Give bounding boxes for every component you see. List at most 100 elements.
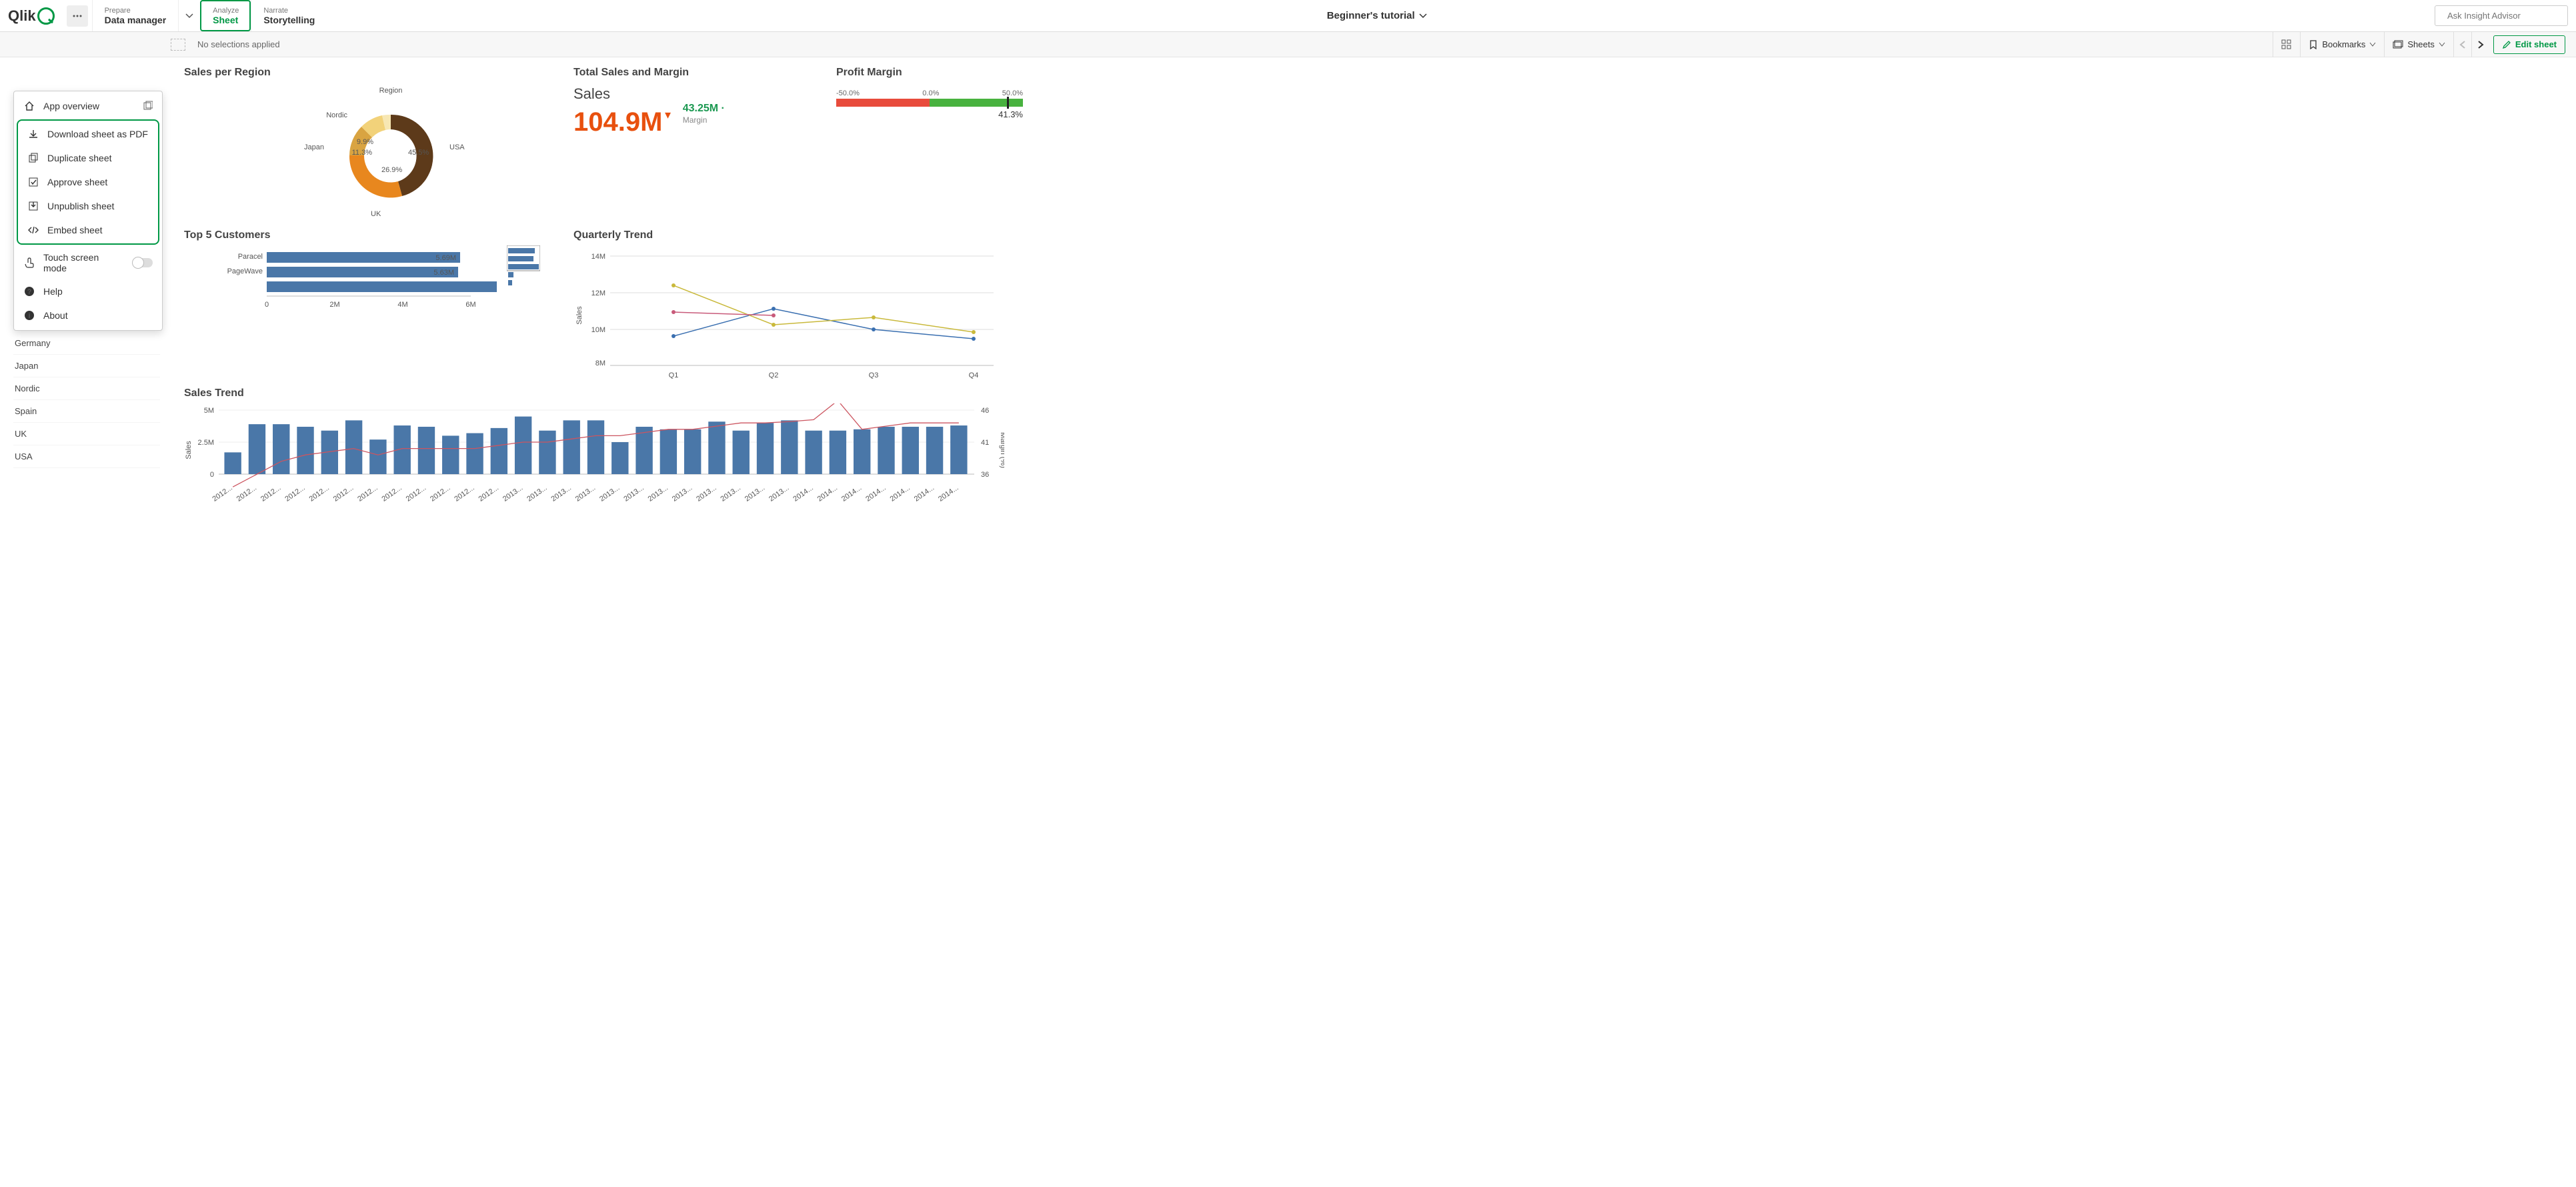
chart-title: Profit Margin xyxy=(836,67,1023,79)
menu-help[interactable]: ? Help xyxy=(14,279,162,303)
chevron-down-icon xyxy=(2439,41,2445,48)
region-option[interactable]: USA xyxy=(13,445,160,468)
assets-grid-button[interactable] xyxy=(2273,32,2300,57)
insight-search-input[interactable] xyxy=(2447,11,2565,21)
menu-highlighted-group: Download sheet as PDF Duplicate sheet Ap… xyxy=(17,119,159,245)
sales-trend-chart[interactable]: Sales Trend Sales Margin (%) 5M 2.5M 0 4… xyxy=(184,387,1023,512)
bookmarks-label: Bookmarks xyxy=(2322,39,2365,49)
top5-minimap[interactable] xyxy=(507,245,540,292)
region-option[interactable]: Nordic xyxy=(13,377,160,400)
svg-text:41: 41 xyxy=(981,439,989,447)
region-option[interactable]: Japan xyxy=(13,355,160,377)
svg-text:Q3: Q3 xyxy=(869,371,879,379)
top5-customers-chart[interactable]: Top 5 Customers Paracel 5.69M PageWave 5… xyxy=(184,229,557,381)
svg-text:2012...: 2012... xyxy=(477,484,500,503)
selection-tool-icon[interactable] xyxy=(171,39,185,51)
chevron-right-icon xyxy=(2477,41,2484,49)
bookmark-icon xyxy=(2309,40,2318,49)
chart-title: Sales Trend xyxy=(184,387,1023,399)
total-sales-kpi[interactable]: Total Sales and Margin Sales 104.9M ▾ 43… xyxy=(573,67,820,223)
menu-item-label: Touch screen mode xyxy=(43,252,125,273)
svg-text:2012...: 2012... xyxy=(283,484,306,503)
touch-toggle[interactable] xyxy=(133,258,153,267)
svg-text:USA: USA xyxy=(449,143,465,151)
open-new-tab-icon[interactable] xyxy=(143,101,153,112)
logo-text: Qlik xyxy=(8,7,36,25)
menu-item-label: Help xyxy=(43,286,63,297)
code-icon xyxy=(27,224,39,236)
menu-unpublish[interactable]: Unpublish sheet xyxy=(18,194,158,218)
nav-narrate[interactable]: Narrate Storytelling xyxy=(251,0,327,31)
edit-sheet-button[interactable]: Edit sheet xyxy=(2493,35,2565,54)
menu-app-overview[interactable]: App overview xyxy=(14,94,162,118)
logo-mark-icon xyxy=(37,7,55,25)
app-title[interactable]: Beginner's tutorial xyxy=(327,0,2427,31)
global-menu-button[interactable] xyxy=(67,5,88,27)
chevron-down-icon xyxy=(2369,41,2376,48)
svg-text:2.5M: 2.5M xyxy=(198,439,214,447)
sales-per-region-chart[interactable]: Sales per Region Region 45.5% 26.9% 11.3… xyxy=(184,67,557,223)
svg-text:2012...: 2012... xyxy=(235,484,258,503)
svg-text:2014...: 2014... xyxy=(816,484,839,503)
svg-text:2012...: 2012... xyxy=(405,484,427,503)
region-option[interactable]: UK xyxy=(13,423,160,445)
chevron-down-icon xyxy=(185,12,193,20)
trend-svg: Sales Margin (%) 5M 2.5M 0 46 41 36 2012… xyxy=(184,403,1004,510)
svg-text:2013...: 2013... xyxy=(720,484,742,503)
edit-sheet-label: Edit sheet xyxy=(2515,39,2557,49)
svg-text:2014...: 2014... xyxy=(937,484,960,503)
nav-analyze-main: Sheet xyxy=(213,15,239,25)
quarterly-trend-chart[interactable]: Quarterly Trend Sales 14M 12M 10M 8M Q1 … xyxy=(573,229,1023,381)
kpi-margin-value: 43.25M · xyxy=(683,103,725,114)
svg-text:PageWave: PageWave xyxy=(227,267,263,275)
menu-embed[interactable]: Embed sheet xyxy=(18,218,158,242)
svg-text:2013...: 2013... xyxy=(525,484,548,503)
svg-text:4M: 4M xyxy=(397,301,407,309)
insight-search[interactable] xyxy=(2435,5,2568,26)
svg-text:2012...: 2012... xyxy=(356,484,379,503)
app-title-text: Beginner's tutorial xyxy=(1327,10,1415,21)
svg-text:2013...: 2013... xyxy=(768,484,790,503)
menu-duplicate[interactable]: Duplicate sheet xyxy=(18,146,158,170)
region-option[interactable]: Spain xyxy=(13,400,160,423)
region-option[interactable]: Germany xyxy=(13,332,160,355)
sheets-button[interactable]: Sheets xyxy=(2384,32,2453,57)
svg-text:UK: UK xyxy=(371,210,381,218)
menu-download-pdf[interactable]: Download sheet as PDF xyxy=(18,122,158,146)
svg-text:14M: 14M xyxy=(591,253,605,261)
svg-text:2014...: 2014... xyxy=(864,484,887,503)
svg-text:2013...: 2013... xyxy=(598,484,621,503)
svg-text:?: ? xyxy=(27,288,32,296)
donut-svg: Region 45.5% 26.9% 11.3% 9.9% USA UK xyxy=(244,83,497,223)
svg-text:2012...: 2012... xyxy=(380,484,403,503)
chart-title: Total Sales and Margin xyxy=(573,67,820,79)
svg-text:Q1: Q1 xyxy=(669,371,679,379)
no-selections-label: No selections applied xyxy=(197,39,280,49)
svg-text:2014...: 2014... xyxy=(913,484,936,503)
svg-text:2013...: 2013... xyxy=(501,484,524,503)
menu-item-label: Embed sheet xyxy=(47,225,103,235)
menu-touch-mode[interactable]: Touch screen mode xyxy=(14,246,162,279)
svg-text:Sales: Sales xyxy=(185,441,193,459)
svg-text:i: i xyxy=(28,312,30,320)
top5-svg: Paracel 5.69M PageWave 5.63M 0 2M 4M 6M xyxy=(184,245,504,325)
svg-text:2013...: 2013... xyxy=(574,484,597,503)
prev-sheet-button[interactable] xyxy=(2453,32,2471,57)
svg-text:0: 0 xyxy=(210,471,214,479)
nav-prepare-dropdown[interactable] xyxy=(178,0,200,31)
svg-text:2013...: 2013... xyxy=(622,484,645,503)
nav-prepare[interactable]: Prepare Data manager xyxy=(92,0,179,31)
nav-analyze[interactable]: Analyze Sheet xyxy=(200,0,251,31)
next-sheet-button[interactable] xyxy=(2471,32,2489,57)
svg-text:6M: 6M xyxy=(465,301,475,309)
svg-text:2013...: 2013... xyxy=(695,484,718,503)
download-icon xyxy=(27,128,39,140)
duplicate-icon xyxy=(27,152,39,164)
menu-approve[interactable]: Approve sheet xyxy=(18,170,158,194)
menu-about[interactable]: i About xyxy=(14,303,162,327)
menu-item-label: Duplicate sheet xyxy=(47,153,112,163)
chart-title: Quarterly Trend xyxy=(573,229,1023,241)
bookmarks-button[interactable]: Bookmarks xyxy=(2300,32,2384,57)
svg-text:5M: 5M xyxy=(204,407,214,415)
profit-margin-gauge[interactable]: Profit Margin -50.0% 0.0% 50.0% 41.3% xyxy=(836,67,1023,223)
